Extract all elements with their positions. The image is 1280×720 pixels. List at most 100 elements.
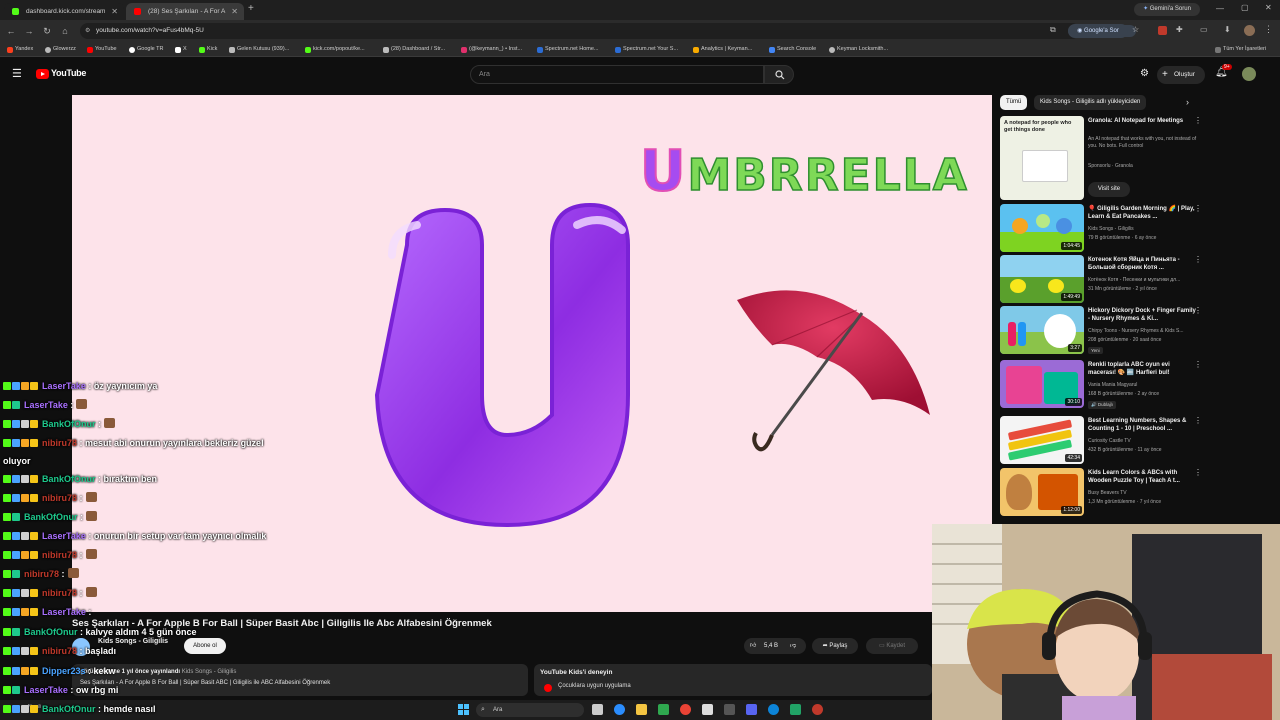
avatar[interactable] bbox=[1242, 67, 1256, 81]
recommendation-item[interactable]: 1:04:45 🎈 Giligilis Garden Morning 🌈 | P… bbox=[1000, 204, 1205, 254]
chat-username[interactable]: LaserTake bbox=[42, 531, 86, 541]
recommendation-item[interactable]: 1:49:49 Котенок Котя Яйца и Пиньята - Бо… bbox=[1000, 255, 1205, 305]
chip-all[interactable]: Tümü bbox=[1000, 95, 1028, 110]
more-options-icon[interactable]: ⋮ bbox=[1194, 416, 1202, 425]
tab-youtube[interactable]: (28) Ses Şarkıları - A For A ✕ bbox=[126, 3, 244, 20]
bookmark-analytics[interactable]: Analytics | Keyman... bbox=[692, 44, 752, 55]
bookmark-spectrum-your[interactable]: Spectrum.net Your S... bbox=[614, 44, 678, 55]
url-bar[interactable]: ⚙ youtube.com/watch?v=aFus4bMq-5U bbox=[80, 23, 1136, 39]
chat-username[interactable]: BankOfOnur bbox=[24, 627, 78, 637]
close-window-icon[interactable]: ✕ bbox=[1265, 3, 1272, 12]
cast-icon[interactable]: ⧉ bbox=[1050, 25, 1056, 35]
more-options-icon[interactable]: ⋮ bbox=[1194, 204, 1202, 213]
bookmark-google-tr[interactable]: Google TR bbox=[128, 44, 164, 55]
obs-icon[interactable] bbox=[812, 704, 823, 715]
bookmark-kick-popout[interactable]: kick.com/popout/ke... bbox=[304, 44, 365, 55]
more-options-icon[interactable]: ⋮ bbox=[1194, 306, 1202, 315]
subscribe-button[interactable]: Abone ol bbox=[184, 638, 226, 654]
maximize-icon[interactable]: ▢ bbox=[1241, 3, 1249, 12]
chip-uploader[interactable]: Kids Songs - Giligilis adlı yükleyiciden bbox=[1034, 95, 1147, 110]
bookmark-keyman[interactable]: Keyman Locksmith... bbox=[828, 44, 888, 55]
like-count[interactable]: 5,4 B bbox=[764, 638, 778, 654]
task-view-icon[interactable] bbox=[592, 704, 603, 715]
minimize-icon[interactable]: — bbox=[1216, 4, 1224, 13]
file-explorer-icon[interactable] bbox=[636, 704, 647, 715]
recommendation-ad[interactable]: A notepad for people who get things done… bbox=[1000, 116, 1205, 200]
taskbar-search[interactable]: ⌕ Ara bbox=[476, 703, 584, 717]
excel-icon[interactable] bbox=[790, 704, 801, 715]
chat-username[interactable]: BankOfOnur bbox=[42, 474, 96, 484]
chat-username[interactable]: LaserTake bbox=[24, 685, 68, 695]
more-options-icon[interactable]: ⋮ bbox=[1194, 255, 1202, 264]
chat-username[interactable]: nibiru78 bbox=[24, 569, 59, 579]
chat-username[interactable]: BankOfOnur bbox=[42, 419, 96, 429]
bookmark-instagram[interactable]: (@keymann_) • Inst... bbox=[460, 44, 522, 55]
youtube-kids-promo[interactable]: YouTube Kids'i deneyin Çocuklara uygun u… bbox=[534, 664, 932, 696]
close-icon[interactable]: ✕ bbox=[111, 3, 118, 20]
save-button[interactable]: ▭ Kaydet bbox=[866, 638, 918, 654]
chrome-icon[interactable] bbox=[680, 704, 691, 715]
bookmark-inbox[interactable]: Gelen Kutusu (939)... bbox=[228, 44, 289, 55]
bookmark-yandex[interactable]: Yandex bbox=[6, 44, 33, 55]
xbox-icon[interactable] bbox=[658, 704, 669, 715]
reco-thumbnail[interactable]: 42:34 bbox=[1000, 416, 1084, 464]
bookmark-spectrum-home[interactable]: Spectrum.net Home... bbox=[536, 44, 599, 55]
reco-thumbnail[interactable]: 1:49:49 bbox=[1000, 255, 1084, 303]
create-button[interactable]: + Oluştur bbox=[1157, 66, 1205, 84]
recommendation-item[interactable]: 30:10 Renkli toplarla ABC oyun evi macer… bbox=[1000, 360, 1205, 410]
bookmark-kick[interactable]: Kick bbox=[198, 44, 217, 55]
extensions-puzzle-icon[interactable]: ✚ bbox=[1176, 25, 1183, 34]
more-options-icon[interactable]: ⋮ bbox=[1194, 116, 1202, 125]
chat-username[interactable]: LaserTake bbox=[42, 607, 86, 617]
reco-thumbnail[interactable]: 30:10 bbox=[1000, 360, 1084, 408]
bookmark-youtube[interactable]: YouTube bbox=[86, 44, 117, 55]
bookmark-dashboard[interactable]: (28) Dashboard / Str... bbox=[382, 44, 445, 55]
gemini-button[interactable]: ✦ Gemini'a Sorun bbox=[1134, 3, 1200, 16]
ad-thumbnail[interactable]: A notepad for people who get things done bbox=[1000, 116, 1084, 200]
recommendation-item[interactable]: 3:27 Hickory Dickory Dock + Finger Famil… bbox=[1000, 306, 1205, 356]
bookmark-x[interactable]: X bbox=[174, 44, 187, 55]
sidepanel-icon[interactable]: ▭ bbox=[1200, 25, 1208, 34]
star-icon[interactable]: ☆ bbox=[1132, 25, 1139, 34]
windows-start-icon[interactable] bbox=[458, 704, 469, 715]
youtube-logo-text[interactable]: YouTube bbox=[51, 68, 86, 78]
like-icon[interactable]: 👍︎ bbox=[750, 638, 756, 654]
all-bookmarks-button[interactable]: Tüm Yer İşaretleri bbox=[1214, 44, 1266, 55]
profile-avatar[interactable] bbox=[1244, 25, 1255, 36]
visit-site-button[interactable]: Visit site bbox=[1088, 182, 1130, 197]
copilot-icon[interactable] bbox=[614, 704, 625, 715]
extension-icon[interactable] bbox=[1158, 26, 1167, 35]
reco-thumbnail[interactable]: 1:04:45 bbox=[1000, 204, 1084, 252]
search-input[interactable]: Ara bbox=[470, 65, 764, 84]
share-button[interactable]: ➦ Paylaş bbox=[812, 638, 858, 654]
chat-username[interactable]: LaserTake bbox=[42, 381, 86, 391]
download-icon[interactable]: ⬇ bbox=[1224, 25, 1231, 34]
chat-username[interactable]: nibiru78 bbox=[42, 493, 77, 503]
google-ask-chip[interactable]: ◉ Google'a Sor bbox=[1068, 24, 1128, 38]
description-box[interactable]: görüntülenme 1 yıl önce yayınlandı Kids … bbox=[72, 664, 528, 696]
reco-thumbnail[interactable]: 3:27 bbox=[1000, 306, 1084, 354]
chat-username[interactable]: nibiru78 bbox=[42, 646, 77, 656]
reload-icon[interactable]: ↻ bbox=[40, 24, 54, 38]
dislike-icon[interactable]: 👎︎ bbox=[790, 638, 796, 654]
recommendation-item[interactable]: 42:34 Best Learning Numbers, Shapes & Co… bbox=[1000, 416, 1205, 466]
app-icon[interactable] bbox=[724, 704, 735, 715]
chat-username[interactable]: Dipper23s bbox=[42, 666, 86, 676]
edge-icon[interactable] bbox=[768, 704, 779, 715]
chat-username[interactable]: nibiru78 bbox=[42, 588, 77, 598]
recommendation-item[interactable]: 1:12:00 Kids Learn Colors & ABCs with Wo… bbox=[1000, 468, 1205, 518]
youtube-logo-icon[interactable] bbox=[36, 69, 49, 79]
home-icon[interactable]: ⌂ bbox=[58, 24, 72, 38]
discord-icon[interactable] bbox=[746, 704, 757, 715]
hamburger-menu-icon[interactable]: ☰ bbox=[12, 67, 22, 80]
new-tab-button[interactable]: + bbox=[248, 3, 254, 14]
chat-username[interactable]: nibiru78 bbox=[42, 438, 77, 448]
chat-username[interactable]: LaserTake bbox=[24, 400, 68, 410]
more-options-icon[interactable]: ⋮ bbox=[1194, 468, 1202, 477]
bookmark-search-console[interactable]: Search Console bbox=[768, 44, 816, 55]
menu-dots-icon[interactable]: ⋮ bbox=[1264, 24, 1273, 35]
forward-icon[interactable]: → bbox=[22, 24, 36, 38]
site-info-icon[interactable]: ⚙ bbox=[85, 23, 90, 39]
notepad-icon[interactable] bbox=[702, 704, 713, 715]
tab-kick-dashboard[interactable]: dashboard.kick.com/stream ✕ bbox=[4, 3, 124, 20]
